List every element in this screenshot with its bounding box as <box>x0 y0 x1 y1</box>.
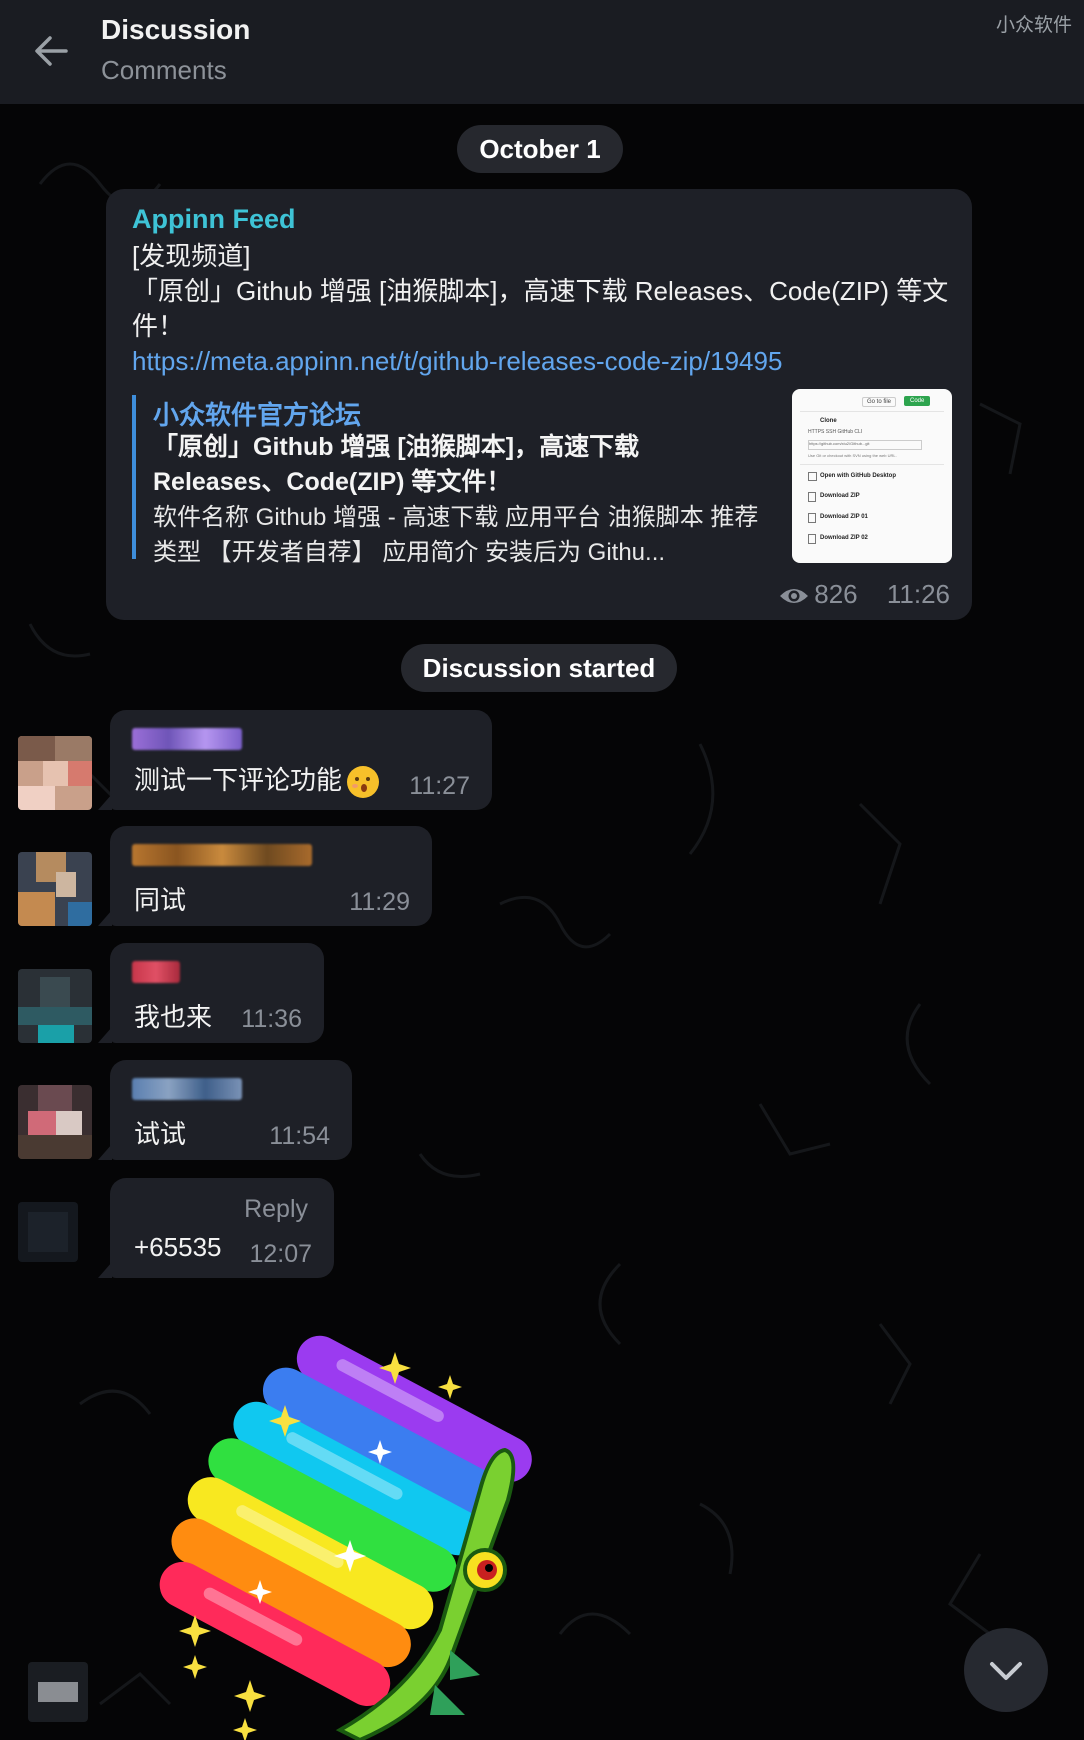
thumb-url: https://github.com/xiu2/Github...git <box>808 440 922 450</box>
chevron-down-icon <box>990 1662 1022 1680</box>
channel-post[interactable]: Appinn Feed [发现频道] 「原创」Github 增强 [油猴脚本]，… <box>106 189 972 620</box>
comment-time: 11:36 <box>241 1005 302 1033</box>
thumb-goto-file: Go to file <box>862 397 897 407</box>
comment-time: 11:27 <box>409 772 470 800</box>
comment-time: 11:29 <box>349 888 410 916</box>
preview-title: 「原创」Github 增强 [油猴脚本]，高速下载 Releases、Code(… <box>153 433 640 496</box>
date-separator: October 1 <box>457 125 623 173</box>
avatar[interactable] <box>28 1662 88 1722</box>
avatar[interactable] <box>18 969 92 1043</box>
comment-text: 我也来 <box>134 1002 213 1032</box>
comment-text: 测试一下评论功能 <box>134 760 380 799</box>
comment-bubble[interactable]: Reply +65535 12:07 <box>98 1178 334 1278</box>
post-author[interactable]: Appinn Feed <box>132 204 296 235</box>
reply-label[interactable]: Reply <box>244 1195 308 1224</box>
zip-icon <box>808 534 816 544</box>
page-subtitle: Comments <box>101 55 227 85</box>
thumb-item: Open with GitHub Desktop <box>820 473 896 479</box>
avatar[interactable] <box>18 1202 78 1262</box>
desktop-icon <box>808 472 817 481</box>
comment-bubble[interactable]: 测试一下评论功能 11:27 <box>98 710 492 810</box>
post-line: [发现频道] <box>132 241 251 271</box>
zip-icon <box>808 513 816 523</box>
thumb-item: Download ZIP 02 <box>820 535 868 541</box>
view-count: 826 <box>814 579 858 609</box>
eye-icon <box>780 589 809 604</box>
kissing-face-icon <box>347 766 380 799</box>
comment-bubble[interactable]: 同试 11:29 <box>98 826 432 926</box>
thumb-item: Download ZIP 01 <box>820 514 868 520</box>
avatar[interactable] <box>18 852 92 926</box>
preview-site-name: 小众软件官方论坛 <box>153 400 362 430</box>
redacted-username <box>132 728 242 750</box>
watermark: 小众软件 <box>995 15 1072 36</box>
arrow-left-icon[interactable] <box>26 26 76 76</box>
comment-bubble[interactable]: 试试 11:54 <box>98 1060 352 1160</box>
comment-bubble[interactable]: 我也来 11:36 <box>98 943 324 1043</box>
preview-thumbnail: Go to file Code Clone HTTPS SSH GitHub C… <box>792 389 952 563</box>
page-title: Discussion <box>101 14 251 45</box>
avatar[interactable] <box>18 1085 92 1159</box>
post-body: [发现频道] 「原创」Github 增强 [油猴脚本]，高速下载 Release… <box>132 239 952 379</box>
comment-text: 试试 <box>134 1119 187 1149</box>
zip-icon <box>808 492 816 502</box>
preview-description: 软件名称 Github 增强 - 高速下载 应用平台 油猴脚本 推荐类型 【开发… <box>153 504 759 566</box>
discussion-started-separator: Discussion started <box>401 644 677 692</box>
thumb-item: Download ZIP <box>820 493 860 499</box>
thumb-clone: Clone <box>820 418 837 424</box>
post-link[interactable]: https://meta.appinn.net/t/github-release… <box>132 344 952 379</box>
comment-text: 同试 <box>134 885 187 915</box>
redacted-username <box>132 961 180 983</box>
thumb-code-button: Code <box>904 396 931 406</box>
comment-text: +65535 <box>134 1232 222 1262</box>
scroll-to-bottom-button[interactable] <box>964 1628 1048 1712</box>
top-bar: Discussion Comments 小众软件 <box>0 0 1084 104</box>
rainbow-crocodile-sticker[interactable] <box>150 1330 550 1740</box>
thumb-divider <box>800 464 944 465</box>
avatar[interactable] <box>18 736 92 810</box>
post-meta: 826 11:26 <box>778 579 950 610</box>
post-line: 「原创」Github 增强 [油猴脚本]，高速下载 Releases、Code(… <box>132 276 949 341</box>
comment-time: 12:07 <box>249 1240 312 1268</box>
redacted-username <box>132 1078 242 1100</box>
post-time: 11:26 <box>886 579 950 609</box>
thumb-divider <box>800 411 944 412</box>
thumb-hint: Use Git or checkout with SVN using the w… <box>808 453 897 458</box>
thumb-tabs: HTTPS SSH GitHub CLI <box>808 429 863 435</box>
link-preview[interactable]: 小众软件官方论坛 「原创」Github 增强 [油猴脚本]，高速下载 Relea… <box>132 389 956 566</box>
redacted-username <box>132 844 312 866</box>
comment-time: 11:54 <box>269 1122 330 1150</box>
